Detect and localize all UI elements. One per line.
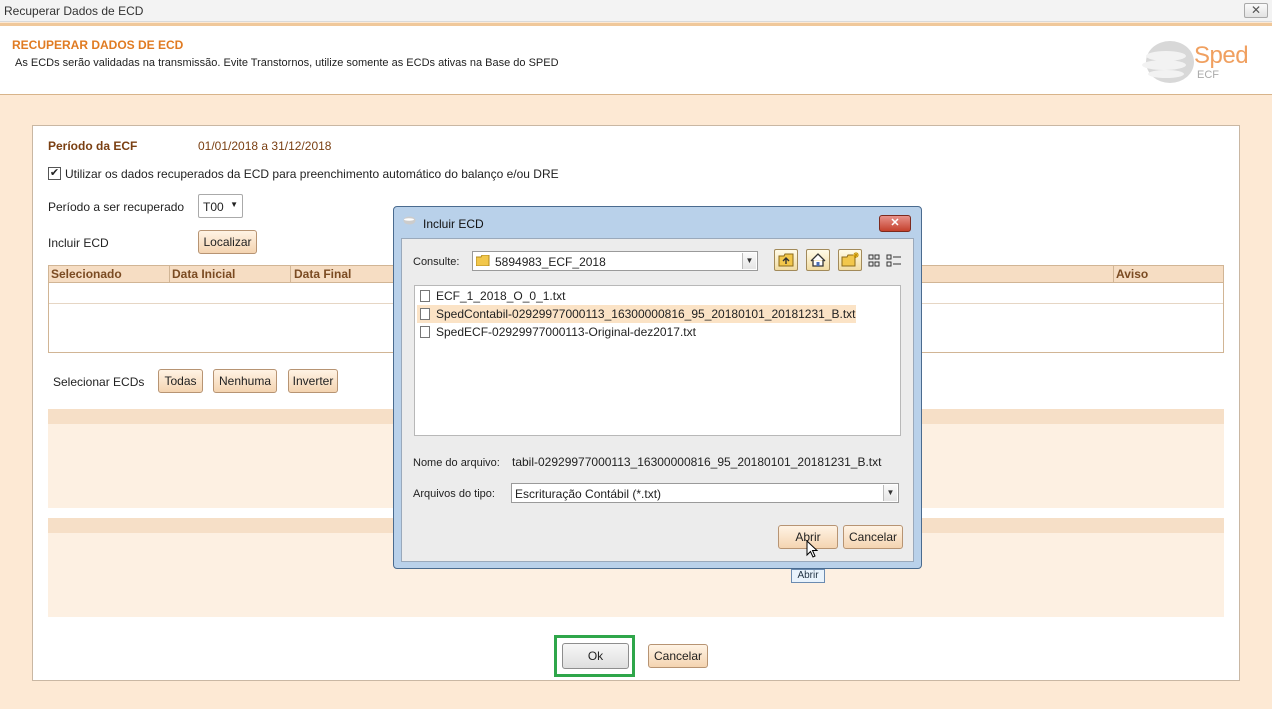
periodo-recuperar-select[interactable]: T00 ▼	[198, 194, 243, 218]
ok-button[interactable]: Ok	[562, 643, 629, 669]
dialog-title-bar[interactable]: Incluir ECD ✕	[394, 207, 921, 233]
column-divider	[290, 266, 291, 283]
page-subtitle: As ECDs serão validadas na transmissão. …	[15, 57, 559, 69]
select-none-button[interactable]: Nenhuma	[213, 369, 277, 393]
periodo-ecf-label: Período da ECF	[48, 139, 138, 153]
filetype-select[interactable]: Escrituração Contábil (*.txt) ▼	[511, 483, 899, 503]
up-folder-glyph	[778, 253, 794, 267]
text-file-icon	[420, 326, 430, 338]
file-item-selected[interactable]: SpedContabil-02929977000113_16300000816_…	[417, 305, 856, 323]
sped-logo: Sped ECF	[1142, 36, 1252, 86]
invert-selection-button[interactable]: Inverter	[288, 369, 338, 393]
auto-fill-checkbox[interactable]: ✔	[48, 167, 61, 180]
mouse-cursor-icon	[806, 540, 819, 558]
dialog-title: Incluir ECD	[423, 217, 484, 231]
chevron-down-icon: ▼	[742, 253, 756, 269]
filetype-label: Arquivos do tipo:	[413, 488, 495, 500]
column-divider	[169, 266, 170, 283]
dialog-cancel-button[interactable]: Cancelar	[843, 525, 903, 549]
window-title-bar: Recuperar Dados de ECD ✕	[0, 0, 1272, 22]
sped-small-icon	[403, 216, 416, 225]
folder-select[interactable]: 5894983_ECF_2018 ▼	[472, 251, 758, 271]
file-list[interactable]: ECF_1_2018_O_0_1.txt SpedContabil-029299…	[414, 285, 901, 436]
cancel-button[interactable]: Cancelar	[648, 644, 708, 668]
new-folder-glyph	[841, 252, 859, 267]
column-header-data-final[interactable]: Data Final	[294, 267, 351, 281]
page-header: RECUPERAR DADOS DE ECD As ECDs serão val…	[0, 23, 1272, 95]
filename-label: Nome do arquivo:	[413, 457, 500, 469]
periodo-ecf-value: 01/01/2018 a 31/12/2018	[198, 139, 332, 153]
file-name: SpedECF-02929977000113-Original-dez2017.…	[436, 325, 696, 339]
text-file-icon	[420, 290, 430, 302]
up-folder-icon[interactable]	[774, 249, 798, 271]
list-view-icon[interactable]	[868, 253, 902, 269]
chevron-down-icon: ▼	[230, 200, 238, 209]
page-title: RECUPERAR DADOS DE ECD	[12, 38, 184, 52]
periodo-recuperar-label: Período a ser recuperado	[48, 200, 185, 214]
open-tooltip: Abrir	[791, 569, 825, 583]
column-header-selecionado[interactable]: Selecionado	[51, 267, 122, 281]
logo-subtext: ECF	[1197, 69, 1219, 81]
chevron-down-icon: ▼	[883, 485, 897, 501]
folder-icon	[476, 255, 490, 266]
text-file-icon	[420, 308, 430, 320]
localizar-button[interactable]: Localizar	[198, 230, 257, 254]
column-divider	[1113, 266, 1114, 283]
logo-text: Sped	[1194, 42, 1249, 69]
new-folder-icon[interactable]	[838, 249, 862, 271]
selecionar-ecds-label: Selecionar ECDs	[53, 375, 145, 389]
folder-name: 5894983_ECF_2018	[495, 255, 606, 269]
window-title: Recuperar Dados de ECD	[4, 4, 144, 18]
file-name: ECF_1_2018_O_0_1.txt	[436, 289, 566, 303]
consulte-label: Consulte:	[413, 256, 460, 268]
filename-input[interactable]: tabil-02929977000113_16300000816_95_2018…	[510, 451, 901, 473]
select-all-button[interactable]: Todas	[158, 369, 203, 393]
incluir-ecd-label: Incluir ECD	[48, 236, 109, 250]
home-glyph	[810, 253, 826, 267]
list-view-glyph	[868, 254, 901, 267]
file-item[interactable]: ECF_1_2018_O_0_1.txt	[417, 287, 565, 305]
file-name: SpedContabil-02929977000113_16300000816_…	[436, 307, 856, 321]
column-header-aviso[interactable]: Aviso	[1116, 267, 1148, 281]
periodo-recuperar-value: T00	[203, 200, 224, 214]
filetype-value: Escrituração Contábil (*.txt)	[515, 487, 662, 501]
dialog-close-button[interactable]: ✕	[879, 215, 911, 232]
auto-fill-checkbox-label: Utilizar os dados recuperados da ECD par…	[65, 167, 559, 181]
window-close-button[interactable]: ✕	[1244, 3, 1268, 18]
sped-globe-icon	[1142, 41, 1194, 83]
column-header-data-inicial[interactable]: Data Inicial	[172, 267, 235, 281]
file-item[interactable]: SpedECF-02929977000113-Original-dez2017.…	[417, 323, 696, 341]
home-icon[interactable]	[806, 249, 830, 271]
